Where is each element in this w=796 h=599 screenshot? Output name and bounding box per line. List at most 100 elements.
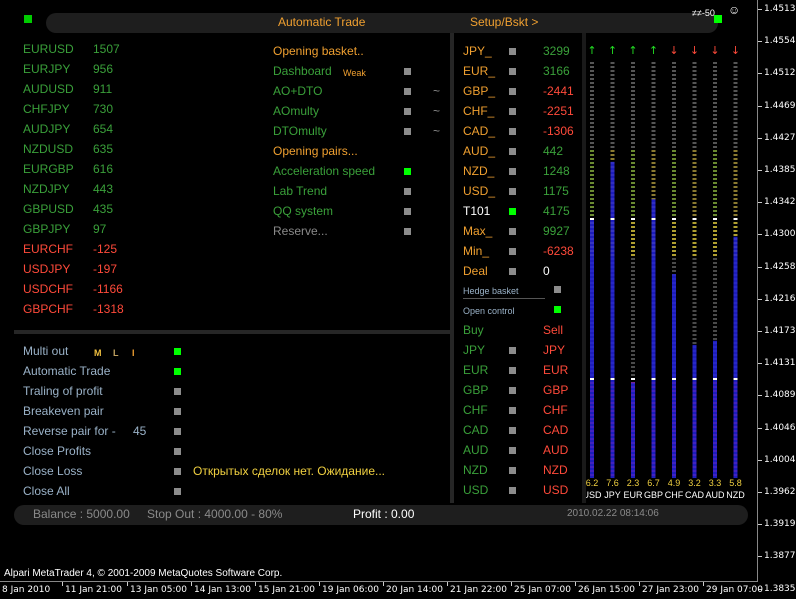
strategy-label[interactable]: Dashboard [273, 64, 332, 78]
pair-name[interactable]: AUDJPY [23, 122, 70, 136]
strategy-toggle[interactable] [404, 108, 411, 115]
pair-name[interactable]: NZDUSD [23, 142, 73, 156]
buy-jpy[interactable]: JPY [463, 343, 485, 357]
strategy-label[interactable]: Lab Trend [273, 184, 327, 198]
sell-jpy[interactable]: JPY [543, 343, 565, 357]
strategy-toggle[interactable] [404, 208, 411, 215]
pair-name[interactable]: GBPCHF [23, 302, 73, 316]
currency-toggle[interactable] [509, 48, 516, 55]
pair-name[interactable]: EURGBP [23, 162, 74, 176]
control-toggle[interactable] [174, 468, 181, 475]
strategy-label[interactable]: DTOmulty [273, 124, 327, 138]
pair-name[interactable]: USDCHF [23, 282, 73, 296]
hedge-basket-toggle[interactable] [554, 286, 561, 293]
sell-nzd[interactable]: NZD [543, 463, 568, 477]
strength-dot [631, 302, 635, 304]
pair-name[interactable]: GBPJPY [23, 222, 70, 236]
strategy-label[interactable]: Opening pairs... [273, 144, 358, 158]
control-label[interactable]: Breakeven pair [23, 404, 104, 418]
currency-toggle[interactable] [509, 228, 516, 235]
sell-chf[interactable]: CHF [543, 403, 568, 417]
pair-name[interactable]: USDJPY [23, 262, 70, 276]
control-label[interactable]: Traling of profit [23, 384, 103, 398]
pair-name[interactable]: CHFJPY [23, 102, 70, 116]
sell-gbp[interactable]: GBP [543, 383, 568, 397]
control-label[interactable]: Reverse pair for - [23, 424, 116, 438]
currency-toggle[interactable] [509, 148, 516, 155]
strategy-toggle[interactable] [404, 68, 411, 75]
strategy-toggle[interactable] [404, 228, 411, 235]
strength-dot [713, 270, 717, 272]
buysell-toggle[interactable] [509, 427, 516, 434]
setup-link[interactable]: Setup/Bskt > [470, 13, 538, 31]
pair-name[interactable]: EURUSD [23, 42, 74, 56]
strategy-label[interactable]: Reserve... [273, 224, 328, 238]
buy-eur[interactable]: EUR [463, 363, 488, 377]
pair-name[interactable]: EURJPY [23, 62, 70, 76]
pair-name[interactable]: NZDJPY [23, 182, 70, 196]
currency-name: USD_ [463, 184, 496, 198]
buy-aud[interactable]: AUD [463, 443, 488, 457]
buysell-toggle[interactable] [509, 347, 516, 354]
buy-usd[interactable]: USD [463, 483, 488, 497]
flag-l[interactable]: L [113, 346, 119, 360]
buy-cad[interactable]: CAD [463, 423, 488, 437]
control-toggle[interactable] [174, 348, 181, 355]
control-toggle[interactable] [174, 488, 181, 495]
strength-dot [692, 226, 697, 228]
flag-i[interactable]: I [132, 346, 135, 360]
open-control-toggle[interactable] [554, 306, 561, 313]
sell-cad[interactable]: CAD [543, 423, 568, 437]
control-label[interactable]: Close Profits [23, 444, 91, 458]
currency-toggle[interactable] [509, 108, 516, 115]
strategy-label[interactable]: Acceleration speed [273, 164, 375, 178]
currency-toggle[interactable] [509, 88, 516, 95]
sell-usd[interactable]: USD [543, 483, 568, 497]
buysell-toggle[interactable] [509, 367, 516, 374]
buy-chf[interactable]: CHF [463, 403, 488, 417]
buysell-toggle[interactable] [509, 447, 516, 454]
control-label[interactable]: Automatic Trade [23, 364, 110, 378]
currency-toggle[interactable] [509, 208, 516, 215]
buy-gbp[interactable]: GBP [463, 383, 488, 397]
control-label[interactable]: Close All [23, 484, 70, 498]
pair-name[interactable]: GBPUSD [23, 202, 74, 216]
strategy-toggle[interactable] [404, 188, 411, 195]
currency-toggle[interactable] [509, 168, 516, 175]
currency-toggle[interactable] [509, 248, 516, 255]
strategy-toggle[interactable] [404, 168, 411, 175]
strategy-label[interactable]: AO+DTO [273, 84, 322, 98]
buysell-toggle[interactable] [509, 487, 516, 494]
pair-value: 1507 [93, 42, 120, 56]
control-label[interactable]: Multi out [23, 344, 68, 358]
buysell-toggle[interactable] [509, 387, 516, 394]
control-toggle[interactable] [174, 388, 181, 395]
control-toggle[interactable] [174, 428, 181, 435]
currency-toggle[interactable] [509, 188, 516, 195]
sell-aud[interactable]: AUD [543, 443, 568, 457]
pair-name[interactable]: AUDUSD [23, 82, 74, 96]
pair-name[interactable]: EURCHF [23, 242, 73, 256]
currency-toggle[interactable] [509, 128, 516, 135]
strategy-label[interactable]: Opening basket.. [273, 44, 364, 58]
strategy-toggle[interactable] [404, 128, 411, 135]
header-title: Automatic Trade [278, 15, 366, 29]
flag-m[interactable]: M [94, 346, 102, 360]
strength-value: 5.8 [729, 478, 742, 488]
currency-toggle[interactable] [509, 68, 516, 75]
strength-dot [590, 158, 594, 160]
strength-dot [713, 262, 717, 264]
buysell-toggle[interactable] [509, 467, 516, 474]
control-toggle[interactable] [174, 368, 181, 375]
strategy-toggle[interactable] [404, 88, 411, 95]
strategy-label[interactable]: AOmulty [273, 104, 319, 118]
control-toggle[interactable] [174, 408, 181, 415]
control-label[interactable]: Close Loss [23, 464, 82, 478]
buysell-toggle[interactable] [509, 407, 516, 414]
time-tick [191, 582, 192, 586]
sell-eur[interactable]: EUR [543, 363, 568, 377]
buy-nzd[interactable]: NZD [463, 463, 488, 477]
currency-toggle[interactable] [509, 268, 516, 275]
control-toggle[interactable] [174, 448, 181, 455]
strategy-label[interactable]: QQ system [273, 204, 333, 218]
